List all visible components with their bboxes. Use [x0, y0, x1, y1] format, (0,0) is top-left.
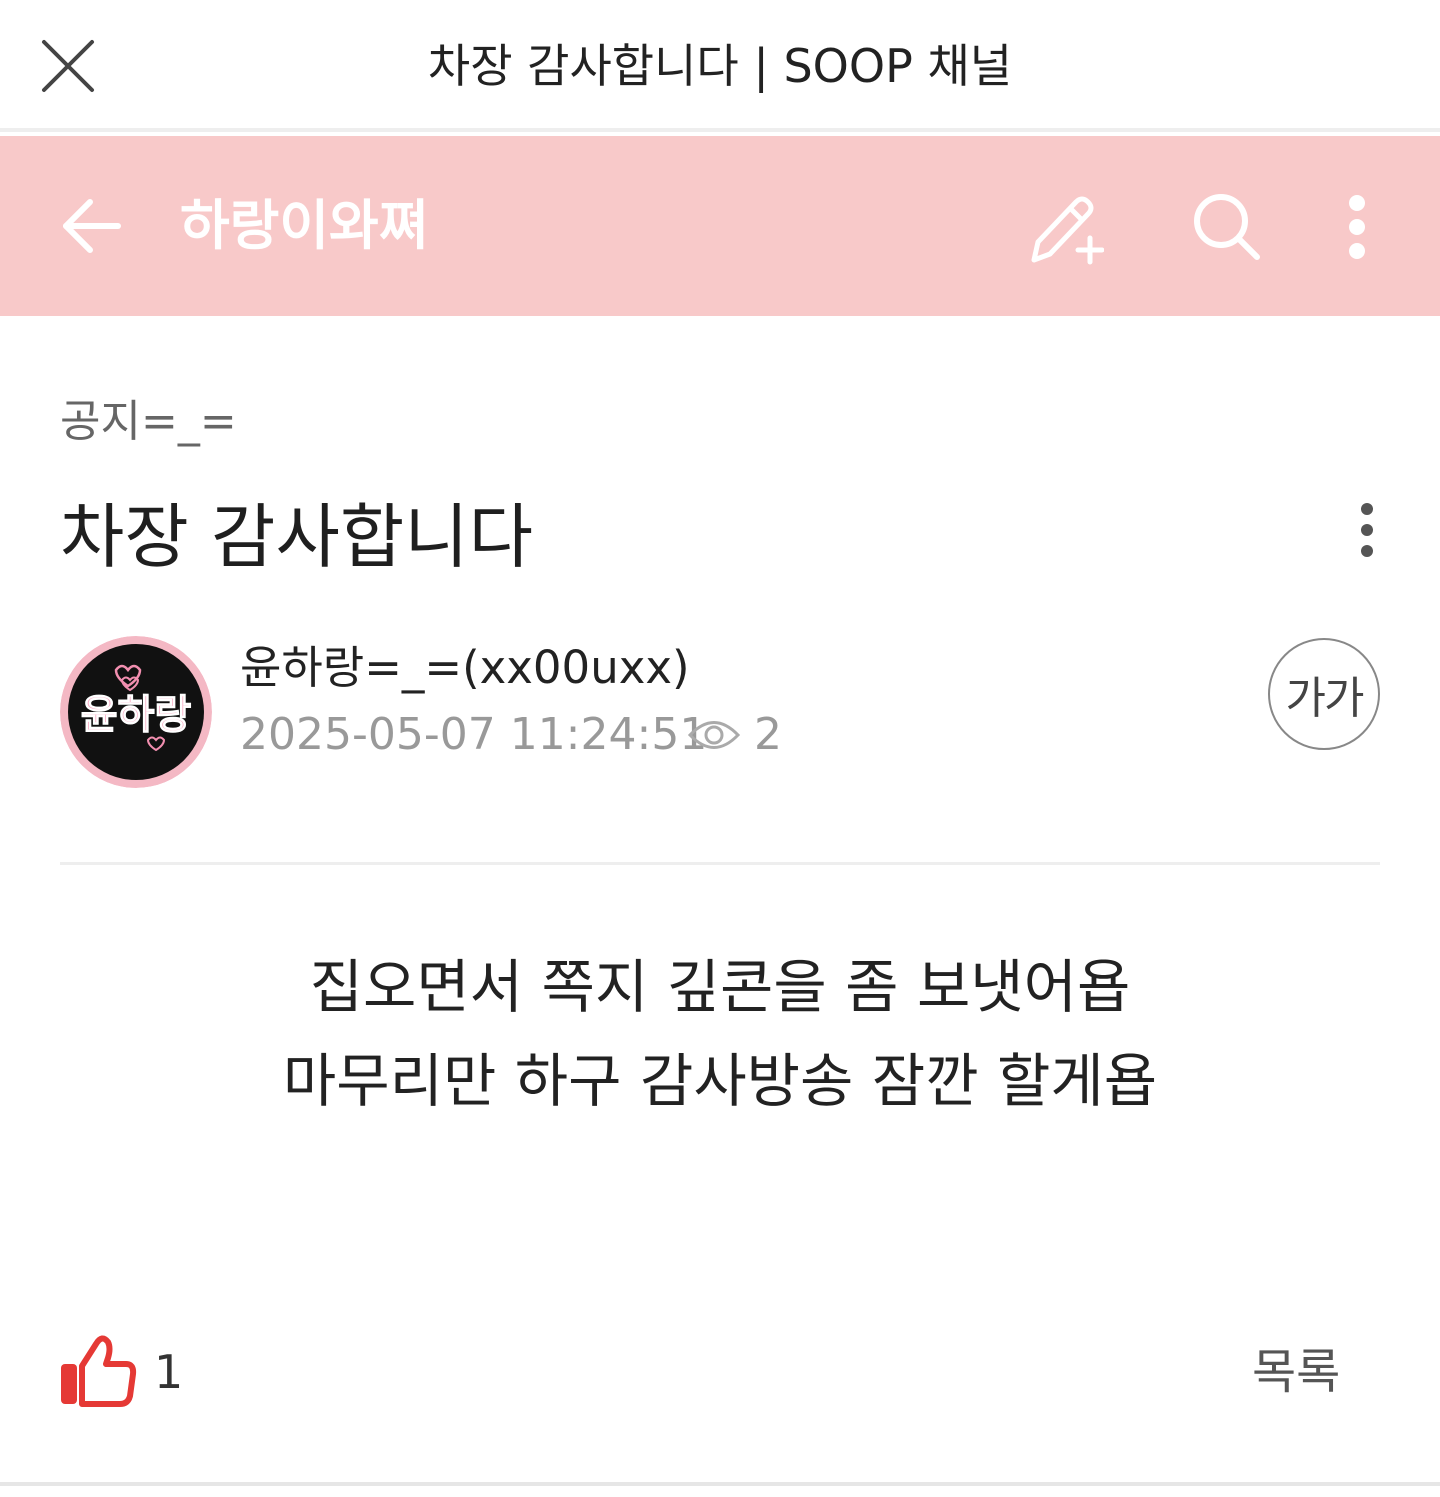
- post-body-line: 집오면서 쪽지 깊콘을 좀 보냇어욥: [309, 953, 1131, 1021]
- post-category[interactable]: 공지=_=: [60, 392, 237, 452]
- bottom-divider: [0, 1482, 1440, 1486]
- like-button[interactable]: [58, 1330, 138, 1410]
- post-more-button[interactable]: [1340, 494, 1394, 566]
- view-count: 2: [754, 709, 782, 760]
- webview-title: 차장 감사합니다 | SOOP 채널: [427, 39, 1013, 93]
- write-post-button[interactable]: [1018, 182, 1110, 274]
- like-count: 1: [154, 1345, 184, 1399]
- more-vertical-icon: [1349, 195, 1365, 259]
- back-arrow-icon: [63, 199, 121, 253]
- post-body-line: 마무리만 하구 감사방송 잠깐 할게욥: [282, 1047, 1158, 1115]
- more-menu-button[interactable]: [1326, 182, 1388, 272]
- author-avatar[interactable]: 윤하랑: [60, 636, 212, 788]
- eye-icon: [688, 721, 740, 749]
- post-title: 차장 감사합니다: [60, 496, 534, 578]
- avatar-label: 윤하랑: [81, 692, 192, 738]
- search-icon: [1194, 194, 1260, 260]
- back-button[interactable]: [50, 184, 134, 268]
- list-button[interactable]: 목록: [1252, 1340, 1340, 1404]
- post-date: 2025-05-07 11:24:51: [240, 709, 708, 760]
- font-size-button[interactable]: 가가: [1268, 638, 1380, 750]
- write-post-icon: [1031, 196, 1104, 265]
- search-button[interactable]: [1182, 182, 1272, 272]
- webview-top-bar: 차장 감사합니다 | SOOP 채널: [0, 0, 1440, 132]
- channel-header: 하랑이와쪄: [0, 136, 1440, 316]
- channel-name[interactable]: 하랑이와쪄: [180, 191, 428, 261]
- more-vertical-icon: [1361, 503, 1373, 557]
- content-divider: [60, 862, 1380, 865]
- thumbs-up-icon: [61, 1335, 137, 1407]
- author-name[interactable]: 윤하랑=_=(xx00uxx): [240, 638, 690, 698]
- post-body: 집오면서 쪽지 깊콘을 좀 보냇어욥 마무리만 하구 감사방송 잠깐 할게욥: [60, 940, 1380, 1128]
